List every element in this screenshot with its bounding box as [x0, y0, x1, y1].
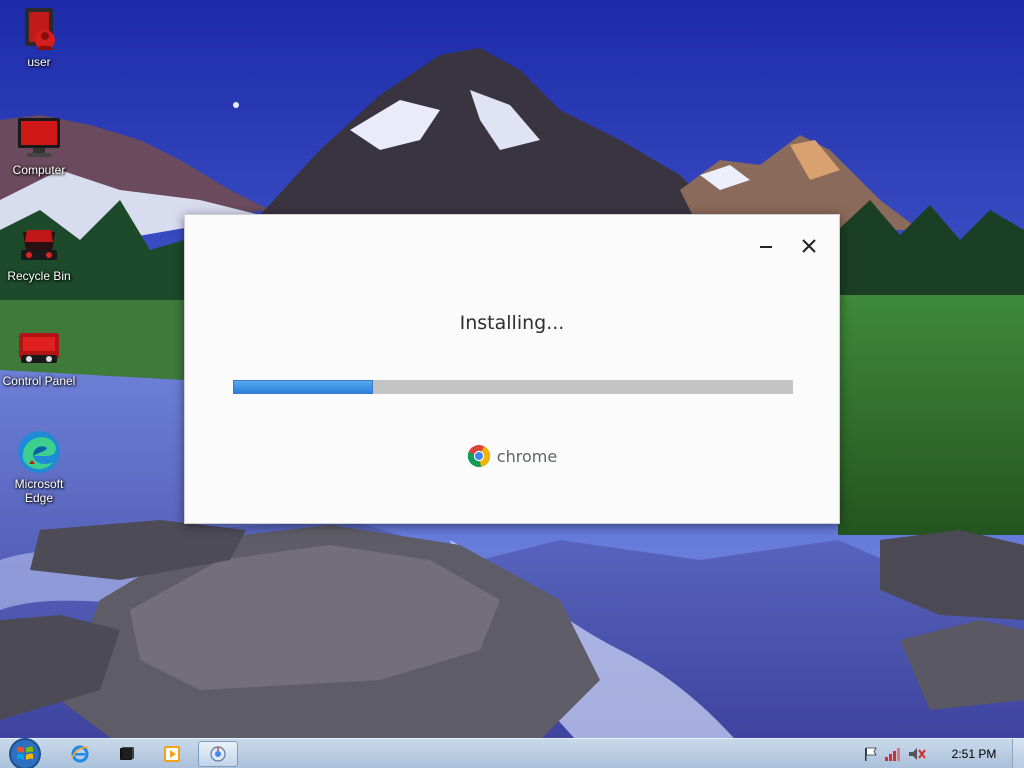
- computer-icon: [18, 118, 60, 157]
- chrome-installer-dialog: Installing... chrome: [184, 214, 840, 524]
- desktop-icon-label: Control Panel: [2, 374, 76, 388]
- chrome-brand: chrome: [185, 444, 839, 468]
- desktop-icon-user[interactable]: user: [0, 6, 78, 69]
- minimize-icon: [760, 246, 772, 248]
- ie-icon: [71, 745, 89, 763]
- close-button[interactable]: [798, 235, 820, 257]
- close-icon: [802, 239, 816, 253]
- installer-icon: [210, 746, 226, 762]
- taskbar-terminal-button[interactable]: [106, 741, 146, 767]
- desktop-icon-edge[interactable]: Microsoft Edge: [0, 428, 78, 505]
- desktop-icon-label: Microsoft Edge: [14, 477, 64, 505]
- action-center-flag-icon[interactable]: [862, 746, 878, 762]
- system-tray: [862, 739, 926, 768]
- chrome-logo-icon: [467, 445, 490, 468]
- desktop-icon-label: Recycle Bin: [7, 269, 71, 283]
- desktop-icon-recycle-bin[interactable]: Recycle Bin: [0, 220, 78, 283]
- desktop: user Computer Recycle Bin Control Panel: [0, 0, 1024, 768]
- taskbar-installer-button[interactable]: [198, 741, 238, 767]
- install-progress-bar: [233, 380, 793, 394]
- media-player-icon: [164, 746, 180, 762]
- volume-muted-icon[interactable]: [908, 746, 926, 762]
- taskbar: 2:51 PM: [0, 738, 1024, 768]
- show-desktop-button[interactable]: [1012, 739, 1024, 768]
- desktop-icon-label: user: [27, 55, 51, 69]
- network-signal-icon[interactable]: [884, 746, 902, 762]
- recycle-bin-icon: [21, 230, 57, 260]
- taskbar-ie-button[interactable]: [60, 741, 100, 767]
- installer-status-text: Installing...: [459, 312, 565, 334]
- windows-start-icon: [9, 738, 41, 768]
- taskbar-media-player-button[interactable]: [152, 741, 192, 767]
- desktop-icon-computer[interactable]: Computer: [0, 114, 78, 177]
- user-folder-icon: [25, 8, 55, 50]
- chrome-brand-name: chrome: [496, 446, 558, 466]
- edge-icon: [18, 431, 60, 473]
- taskbar-clock[interactable]: 2:51 PM: [944, 739, 1004, 768]
- minimize-button[interactable]: [755, 235, 777, 257]
- install-progress-fill: [233, 380, 373, 394]
- start-button[interactable]: [6, 736, 44, 768]
- desktop-icon-label: Computer: [12, 163, 66, 177]
- control-panel-icon: [19, 333, 59, 363]
- terminal-icon: [120, 747, 134, 760]
- desktop-icon-control-panel[interactable]: Control Panel: [0, 325, 78, 388]
